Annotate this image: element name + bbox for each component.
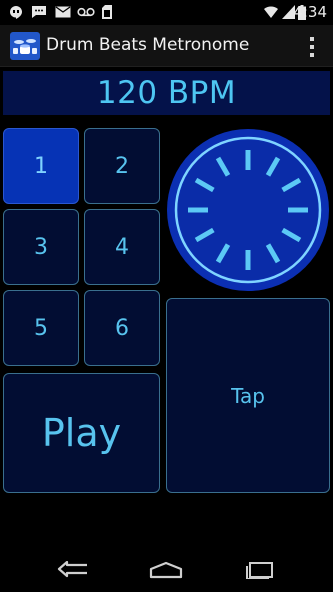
main-panel: 120 BPM 1 2 3 4 5 6 Play Tap (0, 67, 333, 500)
action-bar: Drum Beats Metronome (0, 25, 333, 67)
overflow-menu-icon[interactable] (309, 37, 315, 57)
status-bar: 4:34 (0, 0, 333, 25)
beat-button-6[interactable]: 6 (84, 290, 160, 366)
sms-icon (31, 4, 47, 20)
voicemail-icon (77, 4, 95, 20)
beat-button-4[interactable]: 4 (84, 209, 160, 285)
bpm-display[interactable]: 120 BPM (3, 71, 330, 115)
tap-button[interactable]: Tap (166, 298, 330, 493)
tempo-dial-icon[interactable] (166, 128, 330, 292)
hangouts-icon (9, 4, 23, 20)
beat-button-3[interactable]: 3 (3, 209, 79, 285)
beat-button-1[interactable]: 1 (3, 128, 79, 204)
beat-button-5[interactable]: 5 (3, 290, 79, 366)
status-time: 4:34 (293, 3, 327, 21)
back-icon[interactable] (54, 558, 94, 582)
wifi-icon (264, 4, 278, 20)
home-icon[interactable] (146, 558, 186, 582)
play-button[interactable]: Play (3, 373, 160, 493)
recent-apps-icon[interactable] (240, 558, 280, 582)
storage-icon (102, 4, 112, 20)
gmail-icon (55, 4, 71, 20)
navigation-bar (0, 500, 333, 592)
beat-button-2[interactable]: 2 (84, 128, 160, 204)
app-title: Drum Beats Metronome (46, 35, 250, 55)
drum-kit-icon (10, 32, 40, 60)
